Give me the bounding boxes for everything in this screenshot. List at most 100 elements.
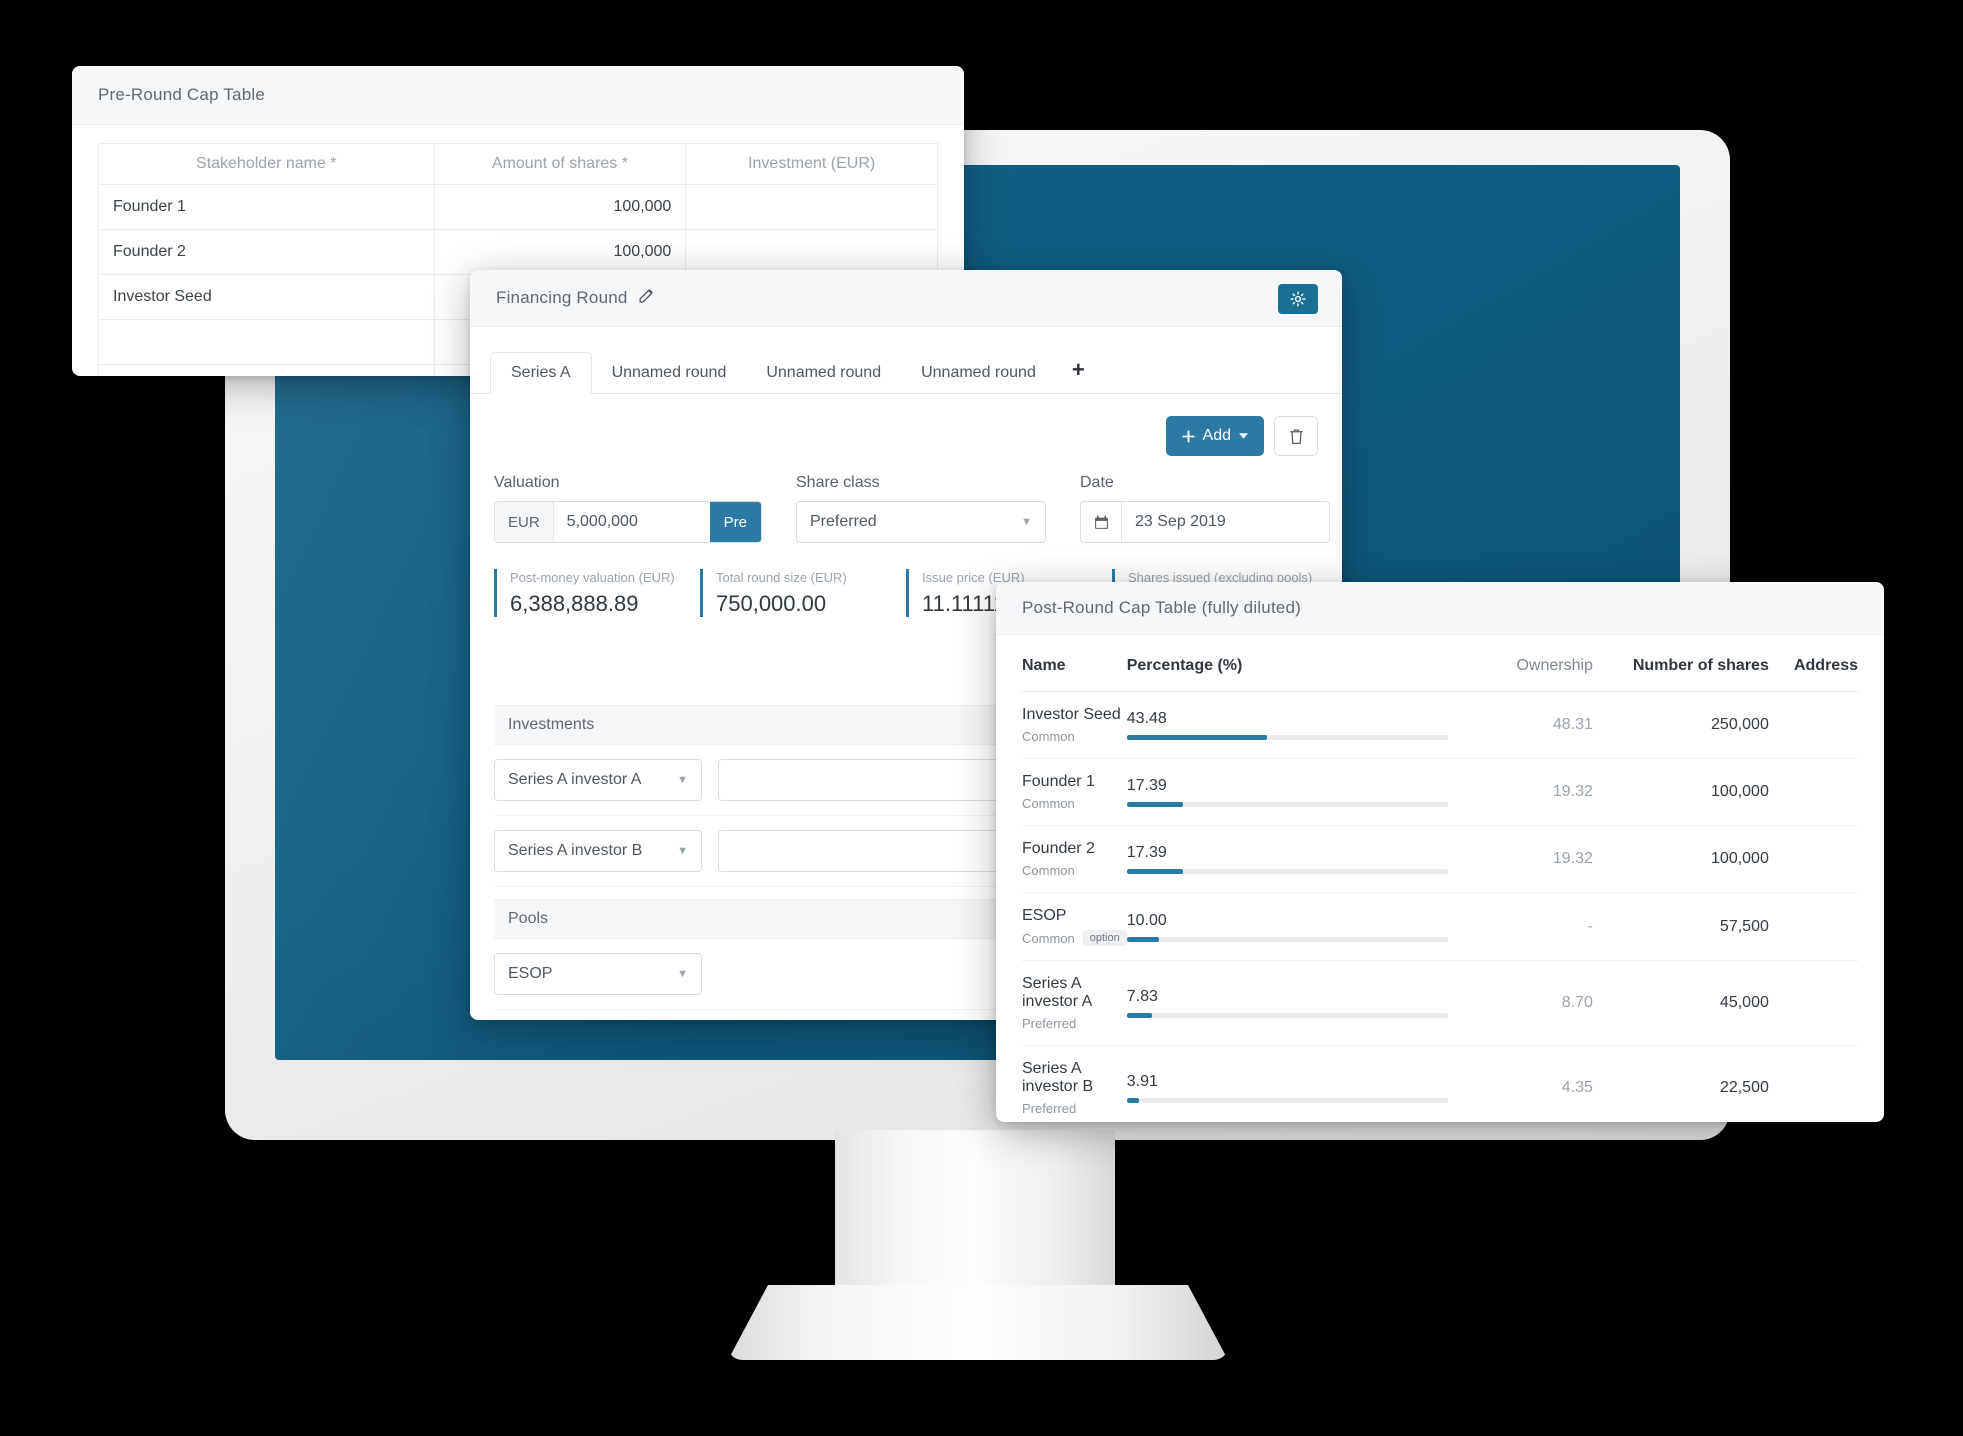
cell-shares[interactable]: 100,000 bbox=[433, 184, 687, 230]
chevron-down-icon bbox=[1239, 433, 1248, 439]
stat-value: 6,388,888.89 bbox=[510, 590, 639, 616]
table-row[interactable]: Series A investor A Preferred 7.83 8.70 … bbox=[1022, 960, 1858, 1046]
table-row[interactable]: Founder 1 Common 17.39 19.32 100,000 bbox=[1022, 758, 1858, 826]
table-row[interactable]: Series A investor B Preferred 3.91 4.35 … bbox=[1022, 1045, 1858, 1122]
delete-round-button[interactable] bbox=[1274, 416, 1318, 456]
cell-investment[interactable] bbox=[685, 184, 938, 230]
post-round-card-header: Post-Round Cap Table (fully diluted) bbox=[996, 582, 1884, 635]
calendar-icon bbox=[1081, 502, 1122, 542]
cell-shares: 250,000 bbox=[1592, 691, 1769, 759]
cell-ownership: 19.32 bbox=[1474, 825, 1593, 893]
share-class: Common bbox=[1022, 930, 1075, 946]
cell-percentage: 17.39 bbox=[1126, 758, 1475, 826]
tab-unnamed-round-1[interactable]: Unnamed round bbox=[592, 353, 747, 393]
percentage-bar bbox=[1126, 802, 1449, 807]
cell-ownership: - bbox=[1474, 892, 1593, 961]
pre-round-card-header: Pre-Round Cap Table bbox=[72, 66, 964, 125]
status-badge: option bbox=[1082, 930, 1127, 946]
col-amount-of-shares: Amount of shares * bbox=[433, 143, 687, 185]
stat-value: 750,000.00 bbox=[716, 590, 827, 616]
share-class: Common bbox=[1022, 729, 1075, 744]
cell-shares: 22,500 bbox=[1592, 1045, 1769, 1122]
share-class-sub: Common bbox=[1022, 863, 1127, 878]
table-row[interactable]: Investor Seed Common 43.48 48.31 250,000 bbox=[1022, 691, 1858, 759]
post-round-cap-table-card: Post-Round Cap Table (fully diluted) Nam… bbox=[996, 582, 1884, 1122]
stat-total-round-size: Total round size (EUR) 750,000.00 bbox=[700, 569, 906, 617]
cell-address bbox=[1768, 825, 1858, 893]
cell-address bbox=[1768, 691, 1858, 759]
cell-name: Founder 1 Common bbox=[1022, 758, 1127, 826]
stakeholder-name: Founder 2 bbox=[1022, 840, 1095, 857]
stakeholder-name: Series A investor A bbox=[1022, 975, 1093, 1010]
share-class-sub: Common option bbox=[1022, 930, 1127, 946]
valuation-field: Valuation EUR 5,000,000 Pre bbox=[494, 474, 762, 543]
tab-series-a[interactable]: Series A bbox=[490, 352, 592, 394]
date-field: Date 23 Sep 2019 bbox=[1080, 474, 1330, 543]
share-class: Preferred bbox=[1022, 1101, 1077, 1116]
stakeholder-name: ESOP bbox=[1022, 907, 1067, 924]
table-row[interactable]: Founder 2 100,000 bbox=[98, 229, 938, 275]
post-round-table: Name Percentage (%) Ownership Number of … bbox=[1022, 635, 1858, 1122]
gear-icon bbox=[1290, 291, 1306, 307]
cell-shares: 100,000 bbox=[1592, 825, 1769, 893]
cell-shares: 45,000 bbox=[1592, 960, 1769, 1046]
cell-name[interactable]: Founder 1 bbox=[98, 184, 435, 230]
table-row[interactable]: Founder 2 Common 17.39 19.32 100,000 bbox=[1022, 825, 1858, 893]
investor-select[interactable]: Series A investor B ▼ bbox=[494, 829, 702, 872]
cell-name[interactable] bbox=[98, 319, 435, 365]
cell-percentage: 43.48 bbox=[1126, 691, 1475, 759]
chevron-down-icon: ▼ bbox=[677, 844, 688, 857]
valuation-input[interactable]: 5,000,000 bbox=[554, 513, 710, 531]
cell-address bbox=[1768, 960, 1858, 1046]
col-investment-eur: Investment (EUR) bbox=[685, 143, 938, 185]
monitor-stand-base bbox=[728, 1285, 1228, 1360]
percentage-value: 10.00 bbox=[1126, 911, 1167, 929]
tab-unnamed-round-2[interactable]: Unnamed round bbox=[746, 353, 901, 393]
cell-name[interactable]: Founder 2 bbox=[98, 229, 435, 275]
add-button-label: Add bbox=[1202, 427, 1231, 444]
share-class-select[interactable]: Preferred ▼ bbox=[796, 501, 1046, 543]
investor-select[interactable]: Series A investor A ▼ bbox=[494, 758, 702, 801]
cell-name[interactable]: Investor Seed bbox=[98, 274, 435, 320]
stat-label: Post-money valuation (EUR) bbox=[510, 570, 675, 585]
pre-round-header-row: Stakeholder name * Amount of shares * In… bbox=[98, 143, 938, 185]
valuation-input-group[interactable]: EUR 5,000,000 Pre bbox=[494, 501, 762, 543]
add-round-tab-button[interactable]: + bbox=[1056, 351, 1101, 393]
cell-shares[interactable]: 100,000 bbox=[433, 229, 687, 275]
stakeholder-name: Founder 1 bbox=[1022, 773, 1095, 790]
cell-percentage: 17.39 bbox=[1126, 825, 1475, 893]
cell-ownership: 8.70 bbox=[1474, 960, 1593, 1046]
pool-select[interactable]: ESOP ▼ bbox=[494, 952, 702, 995]
col-name: Name bbox=[1022, 635, 1127, 692]
cell-name: Series A investor A Preferred bbox=[1022, 960, 1127, 1046]
percentage-value: 7.83 bbox=[1126, 988, 1158, 1005]
percentage-bar bbox=[1126, 1013, 1449, 1018]
cell-investment[interactable] bbox=[685, 229, 938, 275]
cell-name: ESOP Common option bbox=[1022, 892, 1127, 961]
monitor-stand-neck bbox=[835, 1130, 1115, 1295]
cell-ownership: 48.31 bbox=[1474, 691, 1593, 759]
percentage-bar bbox=[1126, 936, 1449, 942]
share-class-label: Share class bbox=[796, 474, 880, 491]
percentage-value: 3.91 bbox=[1126, 1073, 1158, 1090]
settings-gear-button[interactable] bbox=[1278, 284, 1318, 314]
edit-pencil-icon[interactable] bbox=[638, 287, 655, 309]
add-button[interactable]: Add bbox=[1165, 416, 1264, 456]
share-class-sub: Preferred bbox=[1022, 1101, 1127, 1116]
table-row[interactable]: ESOP Common option 10.00 - 57,500 bbox=[1022, 892, 1858, 961]
trash-icon bbox=[1289, 428, 1303, 444]
chevron-down-icon: ▼ bbox=[677, 773, 688, 786]
share-class-sub: Common bbox=[1022, 729, 1127, 744]
date-input-group[interactable]: 23 Sep 2019 bbox=[1080, 501, 1330, 543]
share-class-value: Preferred bbox=[810, 513, 877, 530]
table-row[interactable]: Founder 1 100,000 bbox=[98, 184, 938, 230]
percentage-bar bbox=[1126, 869, 1449, 874]
financing-round-title: Financing Round bbox=[496, 288, 628, 307]
cell-name: Founder 2 Common bbox=[1022, 825, 1127, 893]
cell-name[interactable] bbox=[98, 364, 435, 376]
investor-name: Series A investor A bbox=[508, 770, 642, 788]
col-stakeholder-name: Stakeholder name * bbox=[98, 143, 435, 185]
tab-unnamed-round-3[interactable]: Unnamed round bbox=[901, 353, 1056, 393]
valuation-mode-toggle[interactable]: Pre bbox=[709, 502, 761, 542]
date-input[interactable]: 23 Sep 2019 bbox=[1122, 513, 1329, 531]
